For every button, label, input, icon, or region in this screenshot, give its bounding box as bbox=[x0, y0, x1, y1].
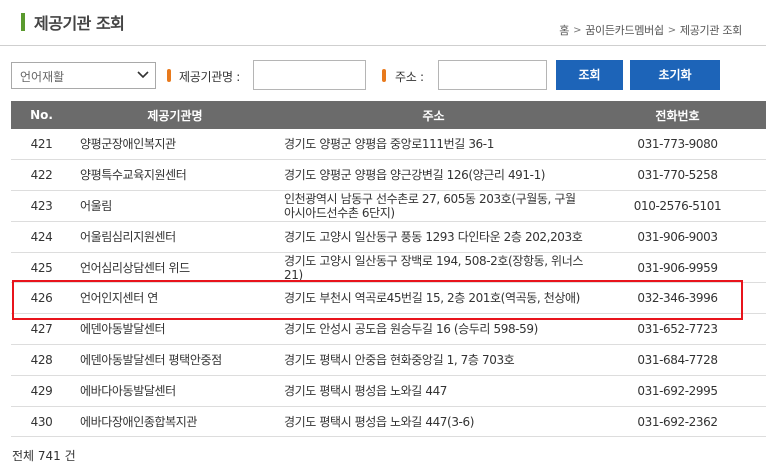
provider-phone: 031-652-7723 bbox=[589, 313, 766, 346]
required-marker-icon bbox=[382, 69, 386, 82]
row-number: 429 bbox=[11, 375, 72, 407]
provider-name[interactable]: 에바다아동발달센터 bbox=[72, 375, 278, 407]
provider-name-label: 제공기관명 : bbox=[179, 70, 240, 84]
total-count: 전체 741 건 bbox=[12, 449, 76, 463]
row-number: 423 bbox=[11, 190, 72, 222]
provider-name[interactable]: 양평특수교육지원센터 bbox=[72, 159, 278, 192]
provider-address-text: 경기도 부천시 역곡로45번길 15, 2층 201호(역곡동, 천상애) bbox=[284, 291, 580, 306]
provider-address-text: 경기도 고양시 일산동구 장백로 194, 508-2호(장항동, 위너스21) bbox=[284, 253, 583, 282]
row-number: 427 bbox=[11, 313, 72, 346]
row-number: 424 bbox=[11, 221, 72, 253]
provider-phone: 031-684-7728 bbox=[589, 344, 766, 376]
table-row[interactable]: 425 언어심리상담센터 위드 경기도 고양시 일산동구 장백로 194, 50… bbox=[11, 252, 766, 284]
table-row[interactable]: 428 에덴아동발달센터 평택안중점 경기도 평택시 안중읍 현화중앙길 1, … bbox=[11, 344, 766, 376]
category-select-value: 언어재활 bbox=[20, 70, 65, 84]
table-row[interactable]: 426 언어인지센터 연 경기도 부천시 역곡로45번길 15, 2층 201호… bbox=[11, 282, 766, 315]
title-bar: 제공기관 조회 홈 > 꿈이든카드멤버쉽 > 제공기관 조회 bbox=[0, 0, 766, 46]
category-select[interactable]: 언어재활 bbox=[11, 62, 156, 89]
provider-name[interactable]: 언어심리상담센터 위드 bbox=[72, 252, 278, 284]
table-row[interactable]: 427 에덴아동발달센터 경기도 안성시 공도읍 원승두길 16 (승두리 59… bbox=[11, 313, 766, 346]
provider-address: 경기도 고양시 일산동구 장백로 194, 508-2호(장항동, 위너스21) bbox=[278, 252, 589, 284]
table-row[interactable]: 424 어울림심리지원센터 경기도 고양시 일산동구 풍동 1293 다인타운 … bbox=[11, 221, 766, 253]
provider-name[interactable]: 어울림 bbox=[72, 190, 278, 222]
provider-address-text: 경기도 평택시 평성읍 노와길 447 bbox=[284, 383, 448, 398]
address-input[interactable] bbox=[438, 60, 547, 90]
provider-address-text: 경기도 평택시 안중읍 현화중앙길 1, 7층 703호 bbox=[284, 352, 515, 367]
table-row[interactable]: 421 양평군장애인복지관 경기도 양평군 양평읍 중앙로111번길 36-1 … bbox=[11, 129, 766, 161]
breadcrumb-separator-icon: > bbox=[667, 24, 676, 36]
title-accent-bar bbox=[21, 13, 25, 31]
column-header-phone: 전화번호 bbox=[589, 101, 766, 129]
provider-phone: 031-692-2995 bbox=[589, 375, 766, 407]
provider-address: 경기도 양평군 양평읍 양근강변길 126(양근리 491-1) bbox=[278, 159, 589, 192]
provider-phone: 031-773-9080 bbox=[589, 129, 766, 161]
table-row[interactable]: 429 에바다아동발달센터 경기도 평택시 평성읍 노와길 447 031-69… bbox=[11, 375, 766, 407]
provider-name[interactable]: 어울림심리지원센터 bbox=[72, 221, 278, 253]
table-header-row: No. 제공기관명 주소 전화번호 bbox=[11, 101, 766, 129]
provider-address: 경기도 고양시 일산동구 풍동 1293 다인타운 2층 202,203호 bbox=[278, 221, 589, 253]
provider-address-text: 경기도 양평군 양평읍 양근강변길 126(양근리 491-1) bbox=[284, 168, 546, 183]
provider-address: 경기도 평택시 안중읍 현화중앙길 1, 7층 703호 bbox=[278, 344, 589, 376]
provider-phone: 032-346-3996 bbox=[589, 282, 766, 315]
row-number: 422 bbox=[11, 159, 72, 192]
provider-phone: 031-770-5258 bbox=[589, 159, 766, 192]
table-row[interactable]: 422 양평특수교육지원센터 경기도 양평군 양평읍 양근강변길 126(양근리… bbox=[11, 159, 766, 192]
search-button[interactable]: 조회 bbox=[556, 60, 623, 90]
column-header-address: 주소 bbox=[278, 101, 589, 129]
provider-phone: 010-2576-5101 bbox=[589, 190, 766, 222]
provider-address-text: 인천광역시 남동구 선수촌로 27, 605동 203호(구월동, 구월아시아드… bbox=[284, 191, 576, 220]
provider-address-text: 경기도 안성시 공도읍 원승두길 16 (승두리 598-59) bbox=[284, 322, 538, 337]
provider-address: 경기도 부천시 역곡로45번길 15, 2층 201호(역곡동, 천상애) bbox=[278, 282, 589, 315]
column-header-no: No. bbox=[11, 101, 72, 129]
provider-name[interactable]: 에덴아동발달센터 평택안중점 bbox=[72, 344, 278, 376]
provider-address: 경기도 양평군 양평읍 중앙로111번길 36-1 bbox=[278, 129, 589, 161]
provider-name[interactable]: 에덴아동발달센터 bbox=[72, 313, 278, 346]
provider-phone: 031-906-9003 bbox=[589, 221, 766, 253]
breadcrumb-home-link[interactable]: 홈 bbox=[559, 22, 569, 38]
row-number: 426 bbox=[11, 282, 72, 315]
provider-phone: 031-906-9959 bbox=[589, 252, 766, 284]
provider-address-text: 경기도 양평군 양평읍 중앙로111번길 36-1 bbox=[284, 137, 494, 152]
breadcrumb-current: 제공기관 조회 bbox=[679, 24, 742, 37]
row-number: 428 bbox=[11, 344, 72, 376]
provider-address-text: 경기도 고양시 일산동구 풍동 1293 다인타운 2층 202,203호 bbox=[284, 229, 583, 244]
chevron-down-icon bbox=[137, 71, 149, 79]
provider-name[interactable]: 에바다장애인종합복지관 bbox=[72, 406, 278, 438]
provider-address: 경기도 안성시 공도읍 원승두길 16 (승두리 598-59) bbox=[278, 313, 589, 346]
row-number: 425 bbox=[11, 252, 72, 284]
row-number: 430 bbox=[11, 406, 72, 438]
address-label: 주소 : bbox=[395, 70, 424, 84]
provider-phone: 031-692-2362 bbox=[589, 406, 766, 438]
row-number: 421 bbox=[11, 129, 72, 161]
provider-table: No. 제공기관명 주소 전화번호 421 양평군장애인복지관 경기도 양평군 … bbox=[11, 101, 766, 438]
provider-address-text: 경기도 평택시 평성읍 노와길 447(3-6) bbox=[284, 414, 475, 429]
breadcrumb-separator-icon: > bbox=[573, 24, 582, 36]
page-title: 제공기관 조회 bbox=[34, 14, 125, 33]
provider-name[interactable]: 양평군장애인복지관 bbox=[72, 129, 278, 161]
table-row[interactable]: 423 어울림 인천광역시 남동구 선수촌로 27, 605동 203호(구월동… bbox=[11, 190, 766, 222]
reset-button[interactable]: 초기화 bbox=[630, 60, 720, 90]
provider-address: 경기도 평택시 평성읍 노와길 447(3-6) bbox=[278, 406, 589, 438]
provider-address: 인천광역시 남동구 선수촌로 27, 605동 203호(구월동, 구월아시아드… bbox=[278, 190, 589, 222]
table-row[interactable]: 430 에바다장애인종합복지관 경기도 평택시 평성읍 노와길 447(3-6)… bbox=[11, 406, 766, 438]
required-marker-icon bbox=[167, 69, 171, 82]
provider-name[interactable]: 언어인지센터 연 bbox=[72, 282, 278, 315]
column-header-name: 제공기관명 bbox=[72, 101, 278, 129]
search-form: 언어재활 제공기관명 : 주소 : 조회 초기화 bbox=[0, 60, 766, 90]
breadcrumb: 홈 > 꿈이든카드멤버쉽 > 제공기관 조회 bbox=[559, 22, 742, 38]
breadcrumb-membership-link[interactable]: 꿈이든카드멤버쉽 bbox=[585, 22, 664, 38]
provider-address: 경기도 평택시 평성읍 노와길 447 bbox=[278, 375, 589, 407]
provider-name-input[interactable] bbox=[253, 60, 366, 90]
